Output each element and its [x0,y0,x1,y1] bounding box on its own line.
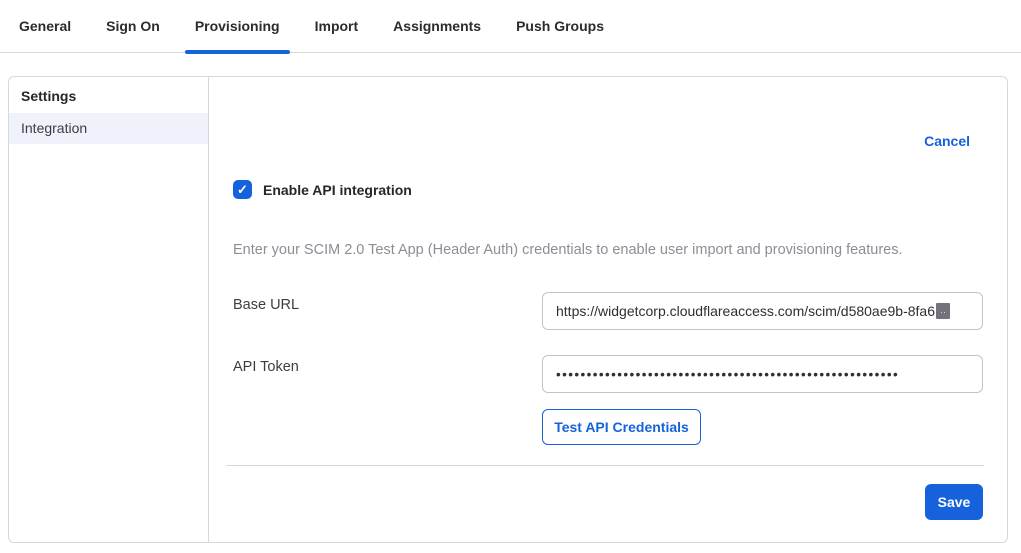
checkmark-icon: ✓ [237,182,248,198]
settings-sidebar: Settings Integration [9,77,209,542]
save-button[interactable]: Save [925,484,983,520]
integration-content: Cancel ✓ Enable API integration Enter yo… [210,77,1007,542]
footer-divider [226,465,984,466]
api-token-label: API Token [233,359,299,375]
sidebar-header-settings: Settings [9,77,208,113]
tab-assignments[interactable]: Assignments [393,0,481,52]
enable-api-row: ✓ Enable API integration [233,180,412,199]
api-token-masked-value: ••••••••••••••••••••••••••••••••••••••••… [556,367,899,382]
test-api-credentials-button[interactable]: Test API Credentials [542,409,701,445]
sidebar-item-integration[interactable]: Integration [9,113,208,144]
app-tab-bar: General Sign On Provisioning Import Assi… [0,0,1021,53]
credentials-description: Enter your SCIM 2.0 Test App (Header Aut… [233,242,967,258]
tab-general[interactable]: General [19,0,71,52]
tab-provisioning[interactable]: Provisioning [195,0,280,52]
api-token-input[interactable]: ••••••••••••••••••••••••••••••••••••••••… [542,355,983,393]
enable-api-label: Enable API integration [263,182,412,198]
truncation-indicator-icon: ‥ [936,303,950,319]
base-url-label: Base URL [233,297,299,313]
cancel-link[interactable]: Cancel [924,133,970,149]
base-url-input[interactable]: https://widgetcorp.cloudflareaccess.com/… [542,292,983,330]
provisioning-panel: Settings Integration Cancel ✓ Enable API… [8,76,1008,543]
tab-import[interactable]: Import [315,0,359,52]
enable-api-checkbox[interactable]: ✓ [233,180,252,199]
tab-sign-on[interactable]: Sign On [106,0,160,52]
tab-push-groups[interactable]: Push Groups [516,0,604,52]
base-url-value: https://widgetcorp.cloudflareaccess.com/… [556,303,935,319]
